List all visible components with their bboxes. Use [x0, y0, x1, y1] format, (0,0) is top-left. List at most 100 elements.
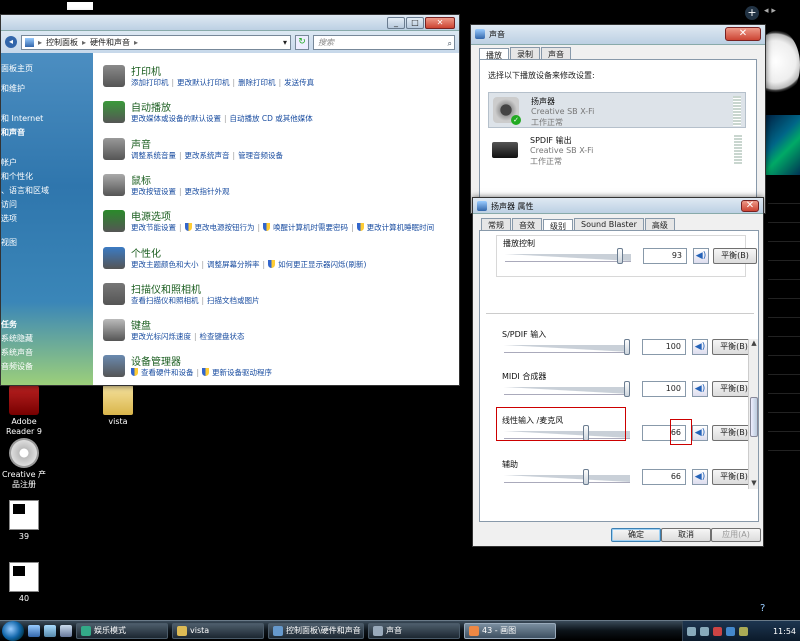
category-title[interactable]: 个性化 — [131, 245, 161, 260]
category-link[interactable]: 管理音频设备 — [238, 151, 283, 160]
gadget-nav-icon[interactable]: ◂ ▸ — [764, 6, 776, 16]
category-link[interactable]: 查看扫描仪和照相机 — [131, 296, 199, 305]
network-icon[interactable] — [687, 626, 696, 636]
breadcrumb-hardware-sound[interactable]: 硬件和声音 — [90, 37, 130, 48]
category-link[interactable]: 更新设备驱动程序 — [212, 368, 272, 377]
category-link[interactable]: 发送传真 — [284, 78, 314, 87]
sound-titlebar[interactable]: 声音 ✕ — [471, 25, 765, 45]
taskbar-button-entertainment[interactable]: 娱乐模式 — [76, 622, 168, 639]
taskbar-button-control-panel[interactable]: 控制面板\硬件和声音 — [268, 622, 364, 639]
refresh-button[interactable]: ↻ — [295, 34, 309, 50]
volume-value-field[interactable]: 100 — [642, 381, 686, 397]
taskbar-button-vista[interactable]: vista — [172, 622, 264, 639]
scroll-down-icon[interactable]: ▼ — [749, 479, 759, 489]
sidebar-item-sound[interactable]: 和声音 — [1, 127, 25, 138]
category-link[interactable]: 查看硬件和设备 — [141, 368, 194, 377]
breadcrumb-control-panel[interactable]: 控制面板 — [46, 37, 78, 48]
speaker-properties-titlebar[interactable]: 扬声器 属性 ✕ — [473, 198, 763, 214]
minimize-button[interactable]: _ — [387, 17, 405, 29]
category-link[interactable]: 调整系统音量 — [131, 151, 176, 160]
quicklaunch-desktop-icon[interactable] — [44, 624, 56, 637]
volume-value-field[interactable]: 93 — [643, 248, 687, 264]
add-gadget-icon[interactable]: + — [745, 6, 759, 20]
volume-slider-track[interactable] — [504, 387, 630, 395]
category-link[interactable]: 更改按钮设置 — [131, 187, 176, 196]
category-title[interactable]: 设备管理器 — [131, 353, 181, 368]
control-panel-titlebar[interactable]: _ □ ✕ — [1, 15, 459, 31]
desktop-icon-creative[interactable]: Creative 产品注册 — [0, 438, 48, 490]
volume-icon[interactable] — [700, 626, 709, 636]
levels-scrollbar[interactable]: ▲ ▼ — [748, 339, 758, 489]
scroll-up-icon[interactable]: ▲ — [749, 339, 759, 349]
security-icon[interactable] — [713, 626, 722, 636]
desktop-icon-39[interactable]: 39 — [0, 500, 48, 542]
category-link[interactable]: 自动播放 CD 或其他媒体 — [230, 114, 313, 123]
volume-slider-track[interactable] — [504, 345, 630, 353]
close-button[interactable]: ✕ — [425, 17, 455, 29]
sidebar-task-2[interactable]: 系统声音 — [1, 347, 33, 358]
sidebar-item-access[interactable]: 访问 — [1, 199, 17, 210]
search-input[interactable]: 搜索 ⌕ — [313, 34, 455, 50]
volume-slider-thumb[interactable] — [624, 339, 630, 355]
start-button[interactable] — [2, 620, 24, 641]
category-link[interactable]: 更改指针外观 — [185, 187, 230, 196]
scroll-thumb[interactable] — [750, 397, 758, 437]
volume-value-field[interactable]: 100 — [642, 339, 686, 355]
speaker-mute-icon[interactable]: ◀) — [692, 339, 708, 355]
speaker-mute-icon[interactable]: ◀) — [692, 425, 708, 441]
speaker-mute-icon[interactable]: ◀) — [693, 248, 709, 264]
device-speakers[interactable]: ✓ 扬声器 Creative SB X-Fi 工作正常 — [488, 92, 746, 128]
desktop-icon-40[interactable]: 40 — [0, 562, 48, 604]
sidebar-item-region[interactable]: 、语言和区域 — [1, 185, 49, 196]
address-bar[interactable]: ▸ 控制面板 ▸ 硬件和声音 ▸ ▾ — [21, 34, 291, 50]
sidebar-task-1[interactable]: 系统隐藏 — [1, 333, 33, 344]
sidebar-item-home[interactable]: 面板主页 — [1, 63, 33, 74]
sidebar-item-view[interactable]: 视图 — [1, 237, 17, 248]
category-link[interactable]: 删除打印机 — [238, 78, 276, 87]
cancel-button[interactable]: 取消 — [661, 528, 711, 542]
category-title[interactable]: 扫描仪和照相机 — [131, 281, 201, 296]
volume-slider-thumb[interactable] — [616, 248, 623, 264]
quicklaunch-switch-icon[interactable] — [60, 624, 72, 637]
search-icon[interactable]: ⌕ — [448, 37, 452, 50]
input-method-icon[interactable] — [726, 626, 735, 636]
ok-button[interactable]: 确定 — [611, 528, 661, 542]
maximize-button[interactable]: □ — [406, 17, 424, 29]
clock[interactable]: 11:54 — [773, 627, 796, 636]
category-link[interactable]: 调整屏幕分辨率 — [207, 260, 260, 269]
sidebar-item-personalization[interactable]: 和个性化 — [1, 171, 33, 182]
category-link[interactable]: 更改默认打印机 — [177, 78, 230, 87]
category-link[interactable]: 更改光标闪烁速度 — [131, 332, 191, 341]
volume-slider-track[interactable] — [505, 254, 631, 262]
category-link[interactable]: 更改电源按钮行为 — [195, 223, 255, 232]
sidebar-task-3[interactable]: 音频设备 — [1, 361, 33, 372]
desktop-icon-top-partial[interactable] — [56, 0, 104, 14]
category-link[interactable]: 更改系统声音 — [185, 151, 230, 160]
volume-value-field[interactable]: 66 — [642, 469, 686, 485]
address-dropdown-icon[interactable]: ▾ — [283, 38, 287, 47]
driver-icon[interactable] — [739, 626, 748, 636]
apply-button[interactable]: 应用(A) — [711, 528, 761, 542]
category-link[interactable]: 如何更正显示器闪烁(刷新) — [278, 260, 366, 269]
close-button[interactable]: ✕ — [725, 27, 761, 41]
speaker-mute-icon[interactable]: ◀) — [692, 469, 708, 485]
help-icon[interactable]: ? — [760, 603, 765, 614]
sidebar-item-maintenance[interactable]: 和维护 — [1, 83, 25, 94]
category-title[interactable]: 声音 — [131, 136, 151, 151]
balance-button[interactable]: 平衡(B) — [713, 248, 757, 264]
category-link[interactable]: 更改主题颜色和大小 — [131, 260, 199, 269]
category-title[interactable]: 打印机 — [131, 63, 161, 78]
taskbar-button-paint[interactable]: 43 - 画图 — [464, 622, 556, 639]
category-title[interactable]: 电源选项 — [131, 208, 171, 223]
back-arrow-icon[interactable]: ◂ — [5, 36, 17, 48]
category-title[interactable]: 鼠标 — [131, 172, 151, 187]
volume-slider-thumb[interactable] — [583, 469, 590, 485]
volume-slider-thumb[interactable] — [624, 381, 630, 397]
quicklaunch-ie-icon[interactable] — [28, 624, 40, 637]
category-link[interactable]: 扫描文档或图片 — [207, 296, 260, 305]
device-spdif[interactable]: SPDIF 输出 Creative SB X-Fi 工作正常 — [488, 132, 746, 168]
sidebar-item-accounts[interactable]: 帐户 — [1, 157, 17, 168]
category-title[interactable]: 自动播放 — [131, 99, 171, 114]
category-link[interactable]: 添加打印机 — [131, 78, 169, 87]
taskbar-button-sound[interactable]: 声音 — [368, 622, 460, 639]
